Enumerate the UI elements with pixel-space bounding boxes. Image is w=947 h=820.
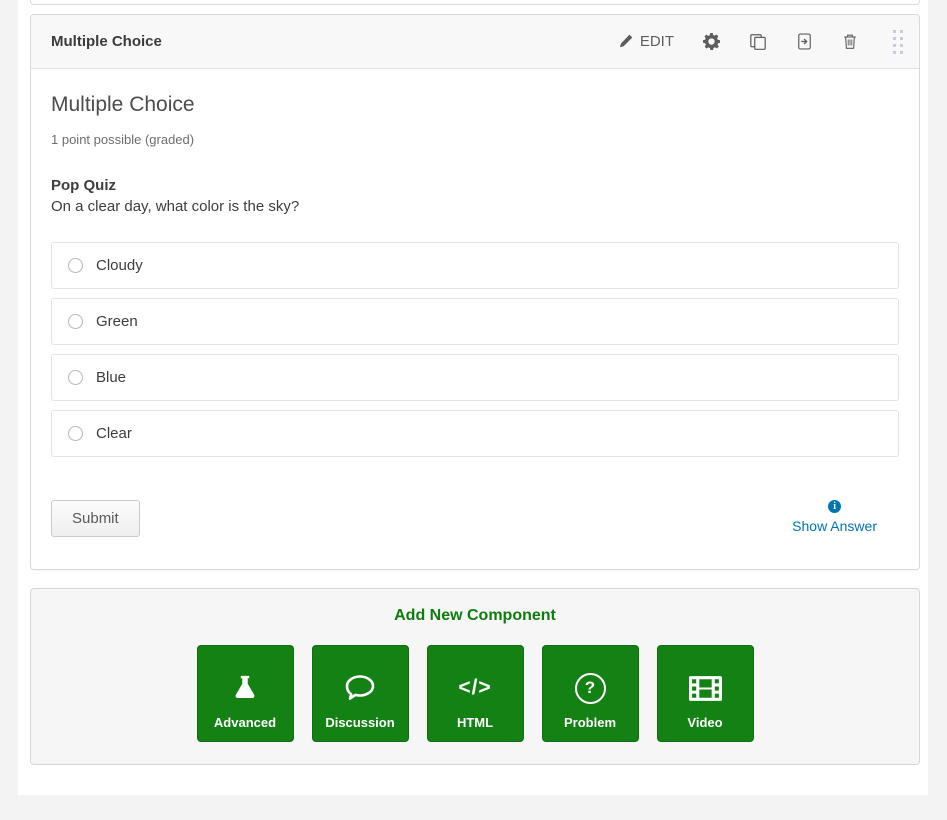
add-video-button[interactable]: Video: [657, 645, 754, 742]
drag-handle-icon[interactable]: [891, 28, 905, 56]
choice-option-cloudy[interactable]: Cloudy: [51, 242, 899, 289]
add-button-label: Advanced: [214, 715, 276, 730]
add-advanced-button[interactable]: Advanced: [197, 645, 294, 742]
choice-label: Cloudy: [96, 257, 143, 274]
submit-button[interactable]: Submit: [51, 500, 140, 537]
edit-button[interactable]: EDIT: [618, 33, 674, 50]
add-component-title: Add New Component: [31, 607, 919, 625]
add-button-label: Problem: [564, 715, 616, 730]
previous-component-edge: [30, 0, 920, 5]
add-html-button[interactable]: </> HTML: [427, 645, 524, 742]
duplicate-button[interactable]: [749, 33, 767, 51]
content-column: Multiple Choice EDIT: [18, 0, 928, 795]
add-button-label: Discussion: [325, 715, 394, 730]
problem-title: Multiple Choice: [51, 91, 899, 118]
question-text: On a clear day, what color is the sky?: [51, 197, 899, 216]
edit-button-label: EDIT: [640, 33, 674, 50]
show-answer-link[interactable]: i Show Answer: [792, 500, 877, 534]
duplicate-icon: [749, 33, 767, 51]
delete-button[interactable]: [842, 33, 858, 50]
add-discussion-button[interactable]: Discussion: [312, 645, 409, 742]
gear-icon: [703, 33, 720, 50]
add-button-label: Video: [687, 715, 722, 730]
radio-button[interactable]: [68, 370, 83, 385]
comment-icon: [343, 661, 377, 715]
page-background: Multiple Choice EDIT: [0, 0, 947, 820]
show-answer-label: Show Answer: [792, 518, 877, 534]
choice-option-clear[interactable]: Clear: [51, 410, 899, 457]
settings-button[interactable]: [703, 33, 720, 50]
choice-option-blue[interactable]: Blue: [51, 354, 899, 401]
problem-actions: Submit i Show Answer: [51, 500, 899, 537]
flask-icon: [230, 661, 260, 715]
choice-list: Cloudy Green Blue Clear: [51, 242, 899, 457]
add-component-panel: Add New Component Advanced Discussion: [30, 588, 920, 765]
pencil-icon: [618, 34, 633, 49]
choice-option-green[interactable]: Green: [51, 298, 899, 345]
trash-icon: [842, 33, 858, 50]
multiple-choice-component-card: Multiple Choice EDIT: [30, 14, 920, 570]
points-text: 1 point possible (graded): [51, 132, 899, 148]
film-icon: [689, 661, 722, 715]
move-icon: [796, 33, 813, 50]
component-header: Multiple Choice EDIT: [31, 15, 919, 69]
radio-button[interactable]: [68, 314, 83, 329]
radio-button[interactable]: [68, 426, 83, 441]
code-icon: </>: [458, 661, 491, 715]
component-title: Multiple Choice: [51, 33, 162, 50]
add-component-buttons: Advanced Discussion </> HTML: [31, 645, 919, 742]
component-actions: EDIT: [618, 28, 905, 56]
add-problem-button[interactable]: ? Problem: [542, 645, 639, 742]
choice-label: Clear: [96, 425, 132, 442]
question-label: Pop Quiz: [51, 176, 899, 195]
question-circle-icon: ?: [575, 661, 606, 715]
radio-button[interactable]: [68, 258, 83, 273]
problem-preview: Multiple Choice 1 point possible (graded…: [31, 69, 919, 569]
info-icon: i: [828, 500, 841, 513]
choice-label: Blue: [96, 369, 126, 386]
add-button-label: HTML: [457, 715, 493, 730]
move-button[interactable]: [796, 33, 813, 50]
choice-label: Green: [96, 313, 138, 330]
